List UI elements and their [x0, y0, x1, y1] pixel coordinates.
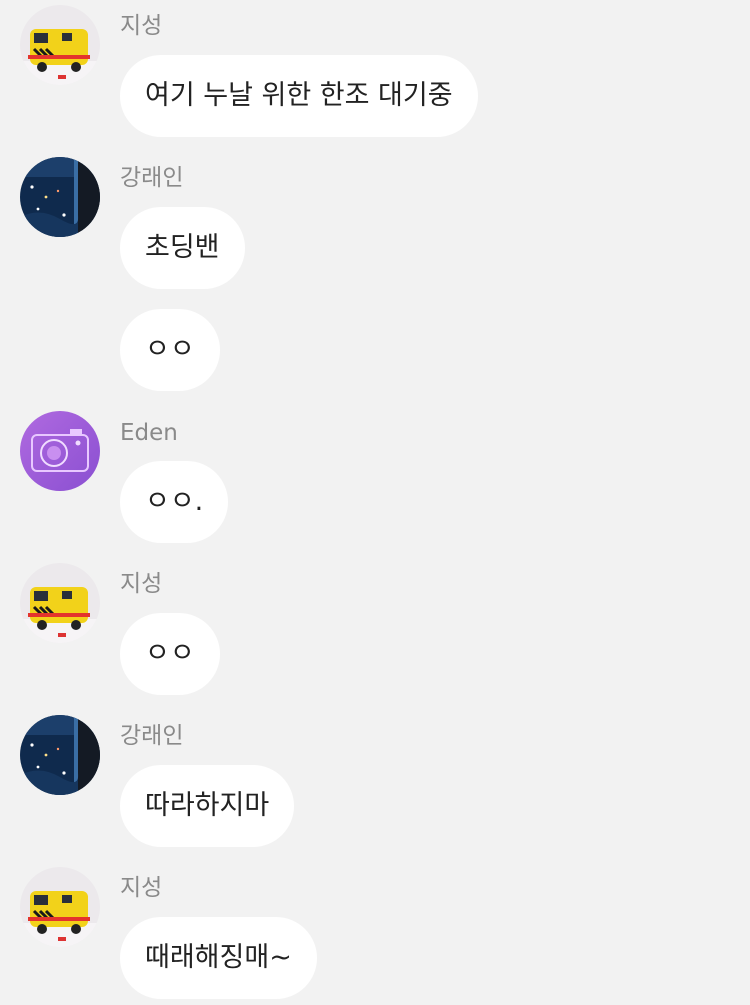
- sender-name: 강래인: [120, 723, 184, 749]
- user-avatar-eden[interactable]: [20, 411, 100, 491]
- message-bubble[interactable]: 초딩밴: [120, 207, 245, 289]
- camera-avatar: [20, 411, 100, 491]
- message-bubble[interactable]: ㅇㅇ: [120, 309, 220, 391]
- message-bubble[interactable]: 따라하지마: [120, 765, 295, 847]
- user-avatar-jiseong[interactable]: [20, 563, 100, 643]
- chat-message-list[interactable]: 지성 여기 누날 위한 한조 대기중 강래인 초딩밴 ㅇㅇ Eden ㅇㅇ. 지…: [0, 0, 750, 1005]
- sender-name: 지성: [120, 875, 163, 901]
- message-bubble[interactable]: ㅇㅇ.: [120, 461, 229, 543]
- message-bubble[interactable]: 때래해징매~: [120, 917, 317, 999]
- ambulance-toy-avatar: [20, 867, 100, 947]
- sender-name: 지성: [120, 13, 163, 39]
- sender-name: Eden: [120, 420, 178, 446]
- user-avatar-gangraein[interactable]: [20, 157, 100, 237]
- message-bubble[interactable]: 여기 누날 위한 한조 대기중: [120, 55, 478, 137]
- message-bubble[interactable]: ㅇㅇ: [120, 613, 220, 695]
- sender-name: 강래인: [120, 165, 184, 191]
- night-sky-avatar: [20, 157, 100, 237]
- user-avatar-jiseong[interactable]: [20, 5, 100, 85]
- ambulance-toy-avatar: [20, 5, 100, 85]
- ambulance-toy-avatar: [20, 563, 100, 643]
- sender-name: 지성: [120, 571, 163, 597]
- user-avatar-jiseong[interactable]: [20, 867, 100, 947]
- user-avatar-gangraein[interactable]: [20, 715, 100, 795]
- night-sky-avatar: [20, 715, 100, 795]
